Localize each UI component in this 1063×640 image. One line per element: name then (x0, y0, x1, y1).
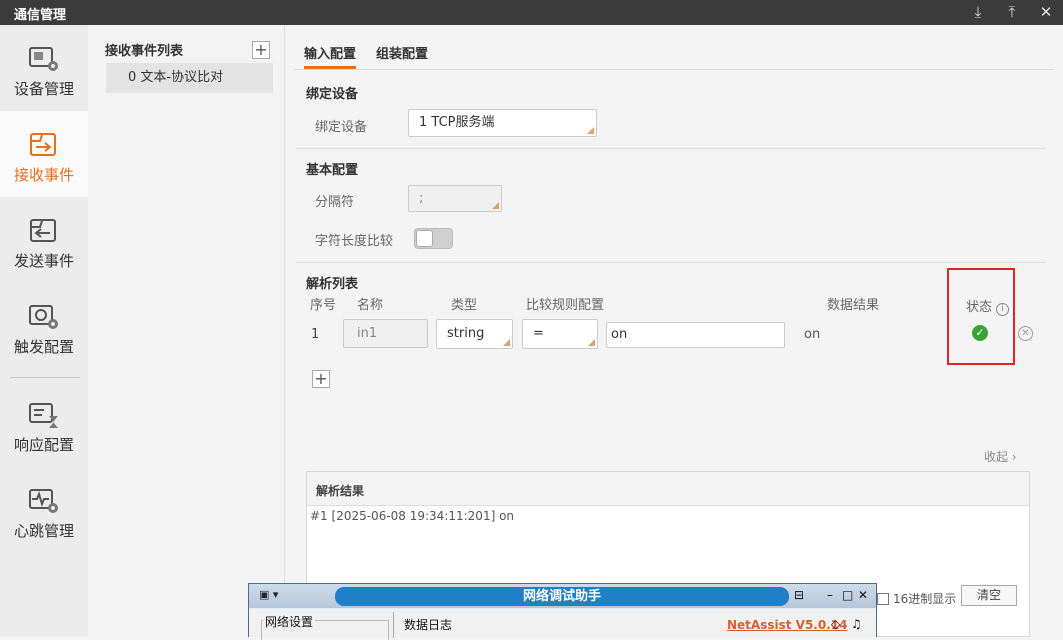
hex-display-toggle[interactable]: 16进制显示 (877, 590, 956, 607)
dropdown-corner-icon (503, 339, 510, 346)
row-rule-value-input[interactable]: on (606, 322, 785, 348)
nav-item-heartbeat[interactable]: 心跳管理 (0, 467, 88, 553)
netassist-window[interactable]: ▣ ▾ 网络调试助手 ⊟ – □ ✕ 网络设置 数据日志 NetAssist V… (248, 583, 877, 640)
nav-label: 设备管理 (13, 80, 74, 98)
download-icon[interactable]: ⤓ (966, 2, 990, 22)
network-settings-label: 网络设置 (263, 613, 316, 630)
data-log-label: 数据日志 (404, 618, 453, 632)
nav-label: 心跳管理 (13, 522, 74, 540)
nav-item-send-event[interactable]: 发送事件 (0, 197, 88, 283)
maximize-icon[interactable]: □ (842, 588, 853, 602)
add-parse-row-button[interactable]: + (312, 370, 330, 388)
strlen-compare-toggle[interactable] (414, 228, 453, 249)
receive-event-icon (30, 133, 56, 156)
collapse-button[interactable]: 收起 › (984, 448, 1017, 465)
minimize-icon[interactable]: – (827, 588, 833, 602)
nav-item-response-config[interactable]: 响应配置 (0, 381, 88, 467)
collapse-label: 收起 (984, 450, 1009, 464)
upload-icon[interactable]: ⤒ (1000, 2, 1024, 22)
col-compare-rule: 比较规则配置 (526, 298, 605, 313)
row-rule-value-text: on (611, 327, 628, 342)
separator-field[interactable]: ; (408, 185, 502, 212)
parse-result-line: #1 [2025-06-08 19:34:11:201] on (310, 509, 515, 523)
tab-assemble-config[interactable]: 组装配置 (376, 43, 428, 69)
diamond-icon[interactable]: ◇ (831, 617, 840, 631)
main-panel: 输入配置 组装配置 绑定设备 绑定设备 1 TCP服务端 基本配置 分隔符 ; … (286, 25, 1063, 637)
close-icon[interactable]: ✕ (1034, 2, 1058, 22)
section-basic-config: 基本配置 (306, 163, 359, 178)
event-list-header: 接收事件列表 (105, 44, 184, 59)
hex-checkbox[interactable] (877, 593, 889, 605)
dropdown-corner-icon (492, 202, 499, 209)
dropdown-corner-icon (587, 127, 594, 134)
netassist-divider (393, 612, 394, 638)
divider (296, 148, 1046, 149)
col-type: 类型 (451, 298, 478, 313)
netassist-title: 网络调试助手 (335, 587, 789, 606)
row-type-value: string (447, 326, 485, 341)
bind-device-select[interactable]: 1 TCP服务端 (408, 109, 597, 137)
toggle-knob (416, 230, 433, 247)
clear-button[interactable]: 清空 (961, 585, 1017, 606)
row-data-result: on (804, 327, 821, 342)
parse-result-title: 解析结果 (307, 472, 1029, 506)
hex-display-label: 16进制显示 (893, 592, 957, 606)
heartbeat-icon (29, 489, 58, 513)
separator-value: ; (419, 191, 424, 206)
event-list-panel: 接收事件列表 + 0 文本-协议比对 (88, 25, 285, 637)
dropdown-corner-icon (588, 339, 595, 346)
event-list-item[interactable]: 0 文本-协议比对 (106, 63, 273, 93)
nav-label: 触发配置 (13, 338, 74, 356)
nav-divider (10, 377, 80, 378)
netassist-version-link[interactable]: NetAssist V5.0.14 (727, 618, 847, 632)
divider (296, 262, 1046, 263)
row-name-field[interactable]: in1 (343, 319, 428, 348)
nav-label: 发送事件 (13, 252, 74, 270)
chevron-right-icon: › (1011, 450, 1017, 464)
status-highlight-box (947, 268, 1015, 365)
delete-row-icon[interactable]: ✕ (1018, 326, 1033, 341)
bind-device-value: 1 TCP服务端 (419, 115, 495, 130)
bell-icon[interactable]: ♫ (851, 617, 862, 631)
section-parse-list: 解析列表 (306, 277, 359, 292)
nav-label: 接收事件 (13, 166, 74, 184)
col-name: 名称 (357, 298, 384, 313)
nav-item-receive-event[interactable]: 接收事件 (0, 111, 88, 197)
response-config-icon (29, 403, 58, 428)
netassist-system-menu-icon[interactable]: ▣ ▾ (259, 588, 278, 601)
strlen-compare-label: 字符长度比较 (315, 234, 394, 249)
separator-label: 分隔符 (315, 195, 355, 210)
row-type-select[interactable]: string (436, 319, 513, 349)
send-event-icon (30, 219, 56, 242)
col-data-result: 数据结果 (827, 298, 880, 313)
row-rule-select[interactable]: = (522, 319, 598, 349)
left-nav: 设备管理 接收事件 发送事件 触发配置 响应配置 心跳管理 (0, 25, 88, 637)
title-bar: 通信管理 ⤓ ⤒ ✕ (0, 0, 1063, 25)
row-name-value: in1 (357, 326, 378, 341)
tab-divider (294, 69, 1054, 70)
row-rule-value: = (533, 326, 544, 341)
trigger-config-icon (29, 305, 58, 329)
section-bind-device: 绑定设备 (306, 87, 359, 102)
tab-input-config[interactable]: 输入配置 (304, 43, 357, 69)
window-title: 通信管理 (14, 8, 67, 23)
add-event-button[interactable]: + (252, 41, 270, 59)
row-index: 1 (311, 327, 320, 342)
status-ok-icon: ✓ (972, 325, 988, 341)
device-gear-icon (29, 47, 58, 71)
pin-icon[interactable]: ⊟ (794, 588, 804, 602)
nav-label: 响应配置 (13, 436, 74, 454)
netassist-close-icon[interactable]: ✕ (858, 588, 868, 602)
col-index: 序号 (310, 298, 337, 313)
bind-device-label: 绑定设备 (315, 120, 368, 135)
nav-item-trigger-config[interactable]: 触发配置 (0, 283, 88, 369)
nav-item-device-manage[interactable]: 设备管理 (0, 25, 88, 111)
